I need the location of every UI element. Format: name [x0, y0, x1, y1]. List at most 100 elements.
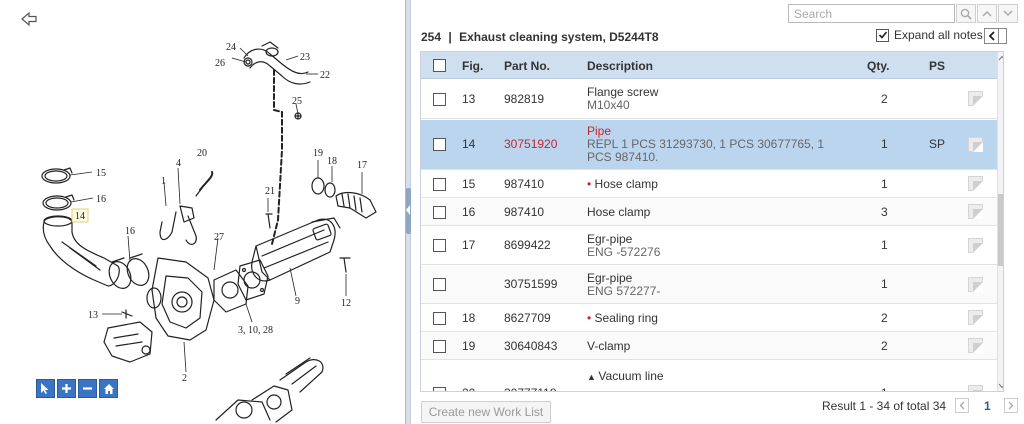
note-icon[interactable]	[968, 385, 983, 391]
callout-13: 13	[88, 310, 98, 321]
row-part-no[interactable]: 30777118	[504, 387, 557, 392]
row-qty: 1	[881, 137, 888, 151]
zoom-out-button[interactable]	[78, 379, 97, 398]
row-part-no[interactable]: 30751599	[504, 278, 557, 291]
col-ps[interactable]: PS	[929, 59, 945, 73]
row-part-no[interactable]: 8699422	[504, 239, 551, 252]
zoom-in-button[interactable]	[57, 379, 76, 398]
row-part-no[interactable]: 982819	[504, 93, 544, 106]
notes-next-button[interactable]	[999, 28, 1007, 44]
row-qty: 2	[881, 339, 888, 353]
chevron-right-icon	[1008, 401, 1014, 410]
table-row[interactable]: 18 8627709 • Sealing ring 2	[421, 305, 997, 332]
create-work-list-button[interactable]: Create new Work List	[421, 401, 551, 423]
note-icon[interactable]	[968, 91, 983, 106]
app-root: 24 26 23 22 25 15 16 4 20 19 18 17 1 21 …	[0, 0, 1024, 424]
callout-15: 15	[96, 168, 106, 179]
table-row[interactable]: 20 30777118 1	[421, 381, 997, 392]
row-checkbox[interactable]	[433, 278, 446, 291]
callout-2: 2	[182, 373, 187, 384]
table-row-selected[interactable]: 14 30751920 Pipe REPL 1 PCS 31293730, 1 …	[421, 120, 997, 170]
minus-icon	[83, 387, 92, 390]
table-row[interactable]: 30751599 Egr-pipe ENG 572277- 1	[421, 266, 997, 304]
col-qty[interactable]: Qty.	[867, 59, 889, 73]
table-row[interactable]: 15 987410 • Hose clamp 1	[421, 171, 997, 198]
row-part-no[interactable]: 987410	[504, 178, 544, 191]
table-row[interactable]: 19 30640843 V-clamp 2	[421, 333, 997, 360]
exploded-parts-diagram[interactable]: 24 26 23 22 25 15 16 4 20 19 18 17 1 21 …	[0, 0, 405, 424]
zoom-toolbar	[36, 379, 118, 398]
prev-result-button[interactable]	[977, 4, 997, 23]
row-checkbox[interactable]	[433, 387, 446, 391]
expand-all-checkbox[interactable]	[876, 28, 889, 42]
callout-24: 24	[226, 42, 236, 53]
row-part-no[interactable]: 30751920	[504, 138, 557, 151]
row-ps: SP	[929, 137, 946, 151]
table-scrollbar[interactable]	[997, 52, 1004, 391]
col-description[interactable]: Description	[587, 59, 653, 73]
plus-icon	[62, 384, 71, 393]
row-qty: 1	[881, 387, 888, 392]
row-checkbox[interactable]	[433, 312, 446, 325]
callout-1: 1	[161, 176, 166, 187]
col-part-no[interactable]: Part No.	[504, 59, 550, 73]
page-next-button[interactable]	[1004, 398, 1018, 413]
note-icon[interactable]	[968, 176, 983, 191]
callout-16a: 16	[96, 194, 106, 205]
callout-9: 9	[295, 296, 300, 307]
row-part-no[interactable]: 30640843	[504, 340, 557, 353]
row-checkbox[interactable]	[433, 206, 446, 219]
row-description: V-clamp	[587, 339, 631, 353]
row-checkbox[interactable]	[433, 93, 446, 106]
callout-14[interactable]: 14	[75, 211, 85, 222]
notes-prev-button[interactable]	[984, 28, 999, 44]
checkmark-icon	[878, 31, 887, 39]
row-qty: 3	[881, 205, 888, 219]
zoom-home-button[interactable]	[99, 379, 118, 398]
table-row[interactable]: 16 987410 Hose clamp 3	[421, 199, 997, 226]
expand-all-notes-toggle[interactable]: Expand all notes	[876, 28, 983, 42]
row-fig: 14	[462, 137, 476, 151]
collapse-left-icon[interactable]	[406, 205, 410, 215]
expand-all-label: Expand all notes	[894, 28, 983, 42]
row-checkbox[interactable]	[433, 138, 446, 151]
row-fig: 16	[462, 205, 476, 219]
col-fig[interactable]: Fig.	[462, 59, 483, 73]
search-input[interactable]	[788, 4, 955, 23]
group-row-vacuum-line[interactable]: ▲ Vacuum line	[421, 361, 997, 383]
callout-19: 19	[313, 148, 323, 159]
scroll-down-icon[interactable]	[998, 382, 1004, 390]
result-count: Result 1 - 34 of total 34	[822, 399, 947, 413]
note-icon[interactable]	[968, 310, 983, 325]
select-pointer-button[interactable]	[36, 379, 55, 398]
next-result-button[interactable]	[998, 4, 1018, 23]
note-icon[interactable]	[968, 204, 983, 219]
row-description-note: M10x40	[587, 98, 630, 112]
table-row[interactable]: 17 8699422 Egr-pipe ENG -572276 1	[421, 227, 997, 265]
note-icon[interactable]	[968, 277, 983, 292]
chevron-down-icon	[1003, 10, 1013, 17]
row-qty: 1	[881, 277, 888, 291]
pane-splitter[interactable]	[405, 0, 411, 424]
page-number[interactable]: 1	[984, 399, 991, 413]
select-all-checkbox[interactable]	[433, 59, 446, 72]
search-button[interactable]	[956, 4, 976, 23]
row-part-no[interactable]: 987410	[504, 206, 544, 219]
row-qty: 1	[881, 177, 888, 191]
row-description: Hose clamp	[587, 205, 651, 219]
page-prev-button[interactable]	[955, 398, 969, 413]
row-checkbox[interactable]	[433, 340, 446, 353]
row-checkbox[interactable]	[433, 178, 446, 191]
callout-3-10-28: 3, 10, 28	[238, 325, 273, 336]
scrollbar-thumb[interactable]	[998, 194, 1003, 266]
section-number: 254	[421, 30, 442, 44]
note-icon[interactable]	[968, 137, 983, 152]
table-row[interactable]: 13 982819 Flange screw M10x40 2	[421, 80, 997, 119]
callout-22: 22	[320, 70, 330, 81]
callout-17: 17	[357, 160, 367, 171]
row-part-no[interactable]: 8627709	[504, 312, 551, 325]
row-checkbox[interactable]	[433, 239, 446, 252]
note-icon[interactable]	[968, 338, 983, 353]
scroll-up-icon[interactable]	[998, 54, 1004, 62]
note-icon[interactable]	[968, 238, 983, 253]
